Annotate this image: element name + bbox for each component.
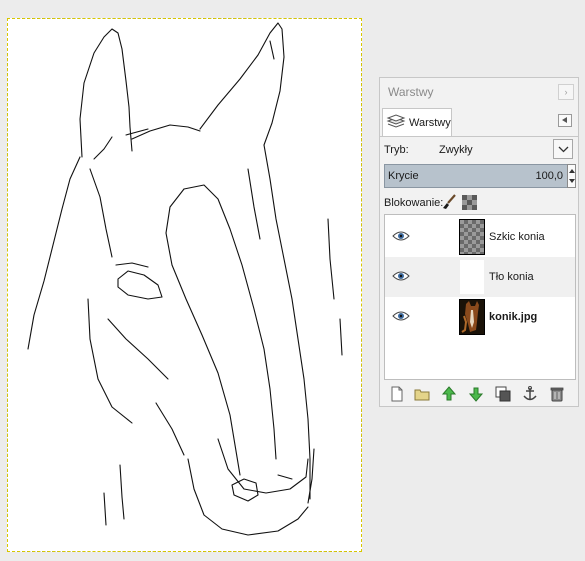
layer-row[interactable]: Tło konia bbox=[385, 257, 575, 297]
eye-icon[interactable] bbox=[392, 310, 410, 322]
eye-icon[interactable] bbox=[392, 270, 410, 282]
opacity-label: Krycie bbox=[388, 170, 419, 182]
checkerboard-icon[interactable] bbox=[462, 195, 477, 210]
spin-up-icon[interactable] bbox=[569, 169, 575, 173]
close-icon[interactable]: › bbox=[558, 84, 574, 100]
lock-row: Blokowanie: bbox=[380, 192, 578, 214]
layer-name[interactable]: konik.jpg bbox=[489, 311, 537, 323]
layer-thumbnail bbox=[459, 299, 485, 335]
delete-layer-icon[interactable] bbox=[548, 385, 566, 403]
tab-label: Warstwy bbox=[409, 117, 451, 129]
mode-row: Tryb: Zwykły bbox=[380, 138, 578, 162]
lock-label: Blokowanie: bbox=[384, 197, 444, 209]
opacity-slider[interactable]: Krycie 100,0 bbox=[384, 164, 568, 188]
new-layer-icon[interactable] bbox=[388, 385, 406, 403]
layer-name[interactable]: Szkic konia bbox=[489, 231, 545, 243]
mode-label: Tryb: bbox=[384, 144, 409, 156]
layer-thumbnail bbox=[459, 219, 485, 255]
opacity-value[interactable]: 100,0 bbox=[535, 170, 563, 182]
anchor-layer-icon[interactable] bbox=[521, 385, 539, 403]
tab-layers[interactable]: Warstwy bbox=[382, 108, 452, 136]
new-layer-group-icon[interactable] bbox=[413, 385, 431, 403]
layer-row[interactable]: konik.jpg bbox=[385, 297, 575, 337]
panel-title: Warstwy bbox=[388, 85, 434, 99]
mode-value[interactable]: Zwykły bbox=[439, 144, 473, 156]
layer-thumbnail bbox=[459, 259, 485, 295]
panel-titlebar[interactable]: Warstwy › bbox=[380, 78, 578, 106]
layers-toolbar bbox=[380, 382, 578, 406]
mode-dropdown-button[interactable] bbox=[553, 139, 573, 159]
eye-icon[interactable] bbox=[392, 230, 410, 242]
tab-menu-button[interactable] bbox=[558, 114, 572, 127]
dock-tab-bar: Warstwy bbox=[380, 106, 578, 137]
horse-sketch-drawing bbox=[27, 22, 343, 536]
layers-stack-icon bbox=[386, 114, 406, 128]
opacity-spinner[interactable] bbox=[567, 164, 576, 188]
raise-layer-icon[interactable] bbox=[440, 385, 458, 403]
lower-layer-icon[interactable] bbox=[467, 385, 485, 403]
duplicate-layer-icon[interactable] bbox=[494, 385, 512, 403]
layer-name[interactable]: Tło konia bbox=[489, 271, 534, 283]
spin-down-icon[interactable] bbox=[569, 179, 575, 183]
layer-row[interactable]: Szkic konia bbox=[385, 217, 575, 257]
chevron-down-icon bbox=[558, 146, 569, 153]
layers-dock-panel: Warstwy › Warstwy Tryb: Zwykły Krycie 10… bbox=[379, 77, 579, 407]
layer-list[interactable]: Szkic konia Tło konia konik.jpg bbox=[384, 214, 576, 380]
paintbrush-icon[interactable] bbox=[441, 194, 457, 210]
image-canvas[interactable] bbox=[7, 18, 362, 552]
image-canvas-area[interactable] bbox=[0, 0, 370, 561]
horse-photo-thumbnail bbox=[460, 300, 484, 334]
